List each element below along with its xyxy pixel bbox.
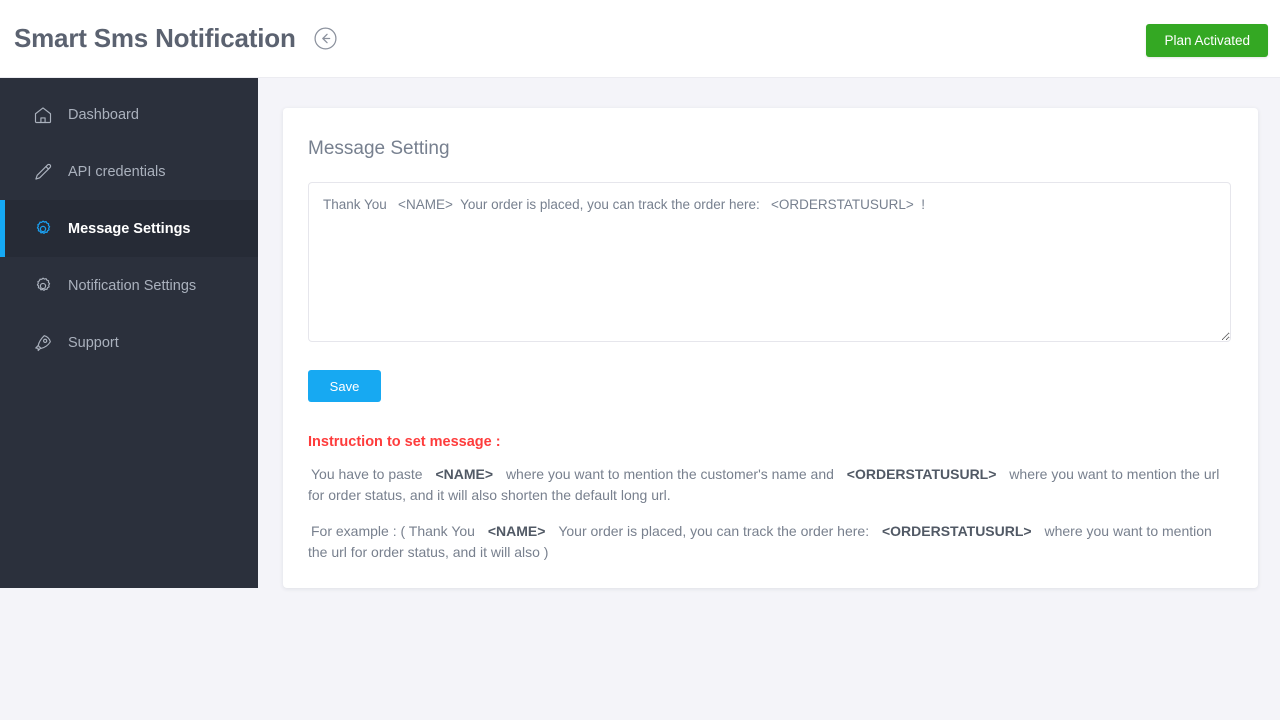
instruction-text: where you want to mention the customer's… — [503, 466, 837, 482]
sidebar-item-label: Notification Settings — [68, 278, 196, 294]
arrow-left-circle-icon — [313, 26, 338, 51]
sidebar-item-support[interactable]: Support — [0, 314, 258, 371]
instruction-paragraph-2: For example : ( Thank You <NAME> Your or… — [308, 521, 1233, 564]
instruction-text: Your order is placed, you can track the … — [555, 523, 872, 539]
sidebar-item-label: API credentials — [68, 164, 166, 180]
pencil-icon — [32, 161, 54, 183]
back-button[interactable] — [313, 26, 339, 52]
card-title: Message Setting — [308, 138, 1233, 160]
plan-activated-button[interactable]: Plan Activated — [1146, 24, 1268, 57]
rocket-icon — [32, 332, 54, 354]
app-header: Smart Sms Notification Plan Activated — [0, 0, 1280, 78]
instruction-text: For example : ( Thank You — [308, 523, 478, 539]
sidebar-item-message-settings[interactable]: Message Settings — [0, 200, 258, 257]
placeholder-token-name: <NAME> — [482, 523, 552, 539]
message-textarea[interactable] — [308, 182, 1231, 342]
sidebar-item-dashboard[interactable]: Dashboard — [0, 86, 258, 143]
gear-icon — [32, 218, 54, 240]
sidebar-item-label: Support — [68, 335, 119, 351]
sidebar-item-label: Dashboard — [68, 107, 139, 123]
gear-icon — [32, 275, 54, 297]
sidebar-item-api-credentials[interactable]: API credentials — [0, 143, 258, 200]
home-icon — [32, 104, 54, 126]
sidebar: Dashboard API credentials Message Settin… — [0, 78, 258, 588]
placeholder-token-name: <NAME> — [429, 466, 499, 482]
instruction-heading: Instruction to set message : — [308, 434, 1233, 450]
instruction-paragraph-1: You have to paste <NAME> where you want … — [308, 464, 1233, 507]
message-setting-card: Message Setting Save Instruction to set … — [283, 108, 1258, 588]
sidebar-item-label: Message Settings — [68, 221, 191, 237]
save-button[interactable]: Save — [308, 370, 381, 402]
page-title: Smart Sms Notification — [14, 23, 296, 54]
placeholder-token-orderstatusurl: <ORDERSTATUSURL> — [876, 523, 1038, 539]
sidebar-item-notification-settings[interactable]: Notification Settings — [0, 257, 258, 314]
instruction-text: You have to paste — [308, 466, 426, 482]
main-content: Message Setting Save Instruction to set … — [258, 78, 1280, 588]
placeholder-token-orderstatusurl: <ORDERSTATUSURL> — [841, 466, 1003, 482]
